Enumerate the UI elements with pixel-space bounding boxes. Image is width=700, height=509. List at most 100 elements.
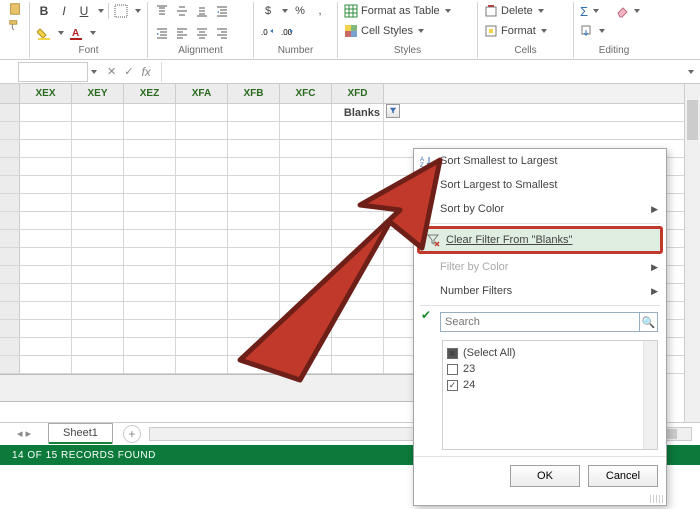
cell[interactable] — [228, 248, 280, 265]
select-all-corner[interactable] — [0, 84, 20, 103]
col-head-xey[interactable]: XEY — [72, 84, 124, 103]
col-head-xex[interactable]: XEX — [20, 84, 72, 103]
cell[interactable] — [176, 284, 228, 301]
cell[interactable] — [124, 356, 176, 373]
cell[interactable] — [228, 140, 280, 157]
row-head[interactable] — [0, 104, 20, 121]
cell[interactable] — [280, 194, 332, 211]
align-center-icon[interactable] — [194, 24, 210, 42]
cell[interactable] — [72, 104, 124, 121]
cell[interactable] — [280, 284, 332, 301]
row-head[interactable] — [0, 158, 20, 175]
cell[interactable] — [20, 122, 72, 139]
cell[interactable] — [228, 356, 280, 373]
row-head[interactable] — [0, 302, 20, 319]
menu-sort-color[interactable]: Sort by Color ▶ — [414, 197, 666, 221]
increase-decimal-icon[interactable]: .0 — [260, 24, 276, 42]
cell[interactable] — [228, 194, 280, 211]
cancel-button[interactable]: Cancel — [588, 465, 658, 487]
cell[interactable] — [176, 212, 228, 229]
cell[interactable] — [176, 104, 228, 121]
cell[interactable] — [124, 122, 176, 139]
fill-color-button[interactable] — [36, 24, 52, 42]
vertical-scrollbar[interactable] — [684, 84, 700, 443]
search-icon[interactable]: 🔍 — [640, 312, 658, 332]
fill-button[interactable] — [580, 22, 605, 40]
cell[interactable] — [228, 176, 280, 193]
cell[interactable] — [280, 212, 332, 229]
cell[interactable] — [176, 194, 228, 211]
cell[interactable] — [124, 212, 176, 229]
decrease-decimal-icon[interactable]: .00 — [280, 24, 296, 42]
fill-caret-icon[interactable] — [58, 31, 64, 35]
cell[interactable] — [20, 302, 72, 319]
cell[interactable] — [20, 248, 72, 265]
cell[interactable] — [280, 176, 332, 193]
cell[interactable] — [72, 158, 124, 175]
comma-button[interactable]: , — [312, 2, 328, 20]
cell[interactable] — [228, 284, 280, 301]
col-head-xfb[interactable]: XFB — [228, 84, 280, 103]
cell[interactable] — [332, 122, 384, 139]
cell[interactable] — [72, 176, 124, 193]
cell[interactable] — [72, 248, 124, 265]
menu-clear-filter[interactable]: Clear Filter From "Blanks" — [420, 229, 660, 251]
col-head-xfd[interactable]: XFD — [332, 84, 384, 103]
paste-icon[interactable] — [8, 2, 22, 16]
row-head[interactable] — [0, 140, 20, 157]
cell[interactable] — [228, 230, 280, 247]
col-head-xez[interactable]: XEZ — [124, 84, 176, 103]
row-head[interactable] — [0, 320, 20, 337]
cell[interactable] — [332, 194, 384, 211]
row-head[interactable] — [0, 212, 20, 229]
cell[interactable] — [332, 230, 384, 247]
autosum-button[interactable]: Σ — [580, 2, 599, 20]
sheet-tab-sheet1[interactable]: Sheet1 — [48, 423, 113, 444]
cell[interactable] — [280, 158, 332, 175]
currency-button[interactable]: $ — [260, 2, 276, 20]
cell[interactable] — [332, 338, 384, 355]
cell[interactable] — [228, 320, 280, 337]
col-head-xfc[interactable]: XFC — [280, 84, 332, 103]
row-head[interactable] — [0, 248, 20, 265]
confirm-formula-icon[interactable]: ✓ — [124, 65, 133, 78]
align-right-icon[interactable] — [214, 24, 230, 42]
percent-button[interactable]: % — [292, 2, 308, 20]
new-sheet-button[interactable]: + — [123, 425, 141, 443]
cell[interactable] — [20, 338, 72, 355]
cell[interactable] — [72, 302, 124, 319]
cell[interactable] — [332, 302, 384, 319]
cell[interactable] — [124, 140, 176, 157]
cell[interactable] — [124, 320, 176, 337]
cell[interactable] — [20, 356, 72, 373]
cell[interactable] — [176, 230, 228, 247]
cell[interactable] — [72, 356, 124, 373]
cell[interactable] — [280, 338, 332, 355]
filter-value-item[interactable]: 23 — [447, 361, 653, 377]
cell[interactable] — [72, 284, 124, 301]
cell[interactable] — [332, 212, 384, 229]
cell[interactable] — [332, 284, 384, 301]
cell[interactable] — [228, 158, 280, 175]
checkbox-checked-icon[interactable]: ✓ — [447, 380, 458, 391]
cell[interactable] — [20, 284, 72, 301]
cell[interactable] — [20, 176, 72, 193]
row-head[interactable] — [0, 356, 20, 373]
cell[interactable] — [20, 194, 72, 211]
align-middle-icon[interactable] — [174, 2, 190, 20]
align-top-icon[interactable] — [154, 2, 170, 20]
cell[interactable] — [72, 266, 124, 283]
cell[interactable] — [72, 194, 124, 211]
format-button[interactable]: Format — [484, 22, 547, 40]
cell[interactable] — [72, 212, 124, 229]
resize-grip-icon[interactable] — [650, 495, 664, 503]
cell[interactable] — [124, 302, 176, 319]
cell[interactable] — [176, 320, 228, 337]
cell[interactable] — [72, 122, 124, 139]
underline-caret-icon[interactable] — [98, 9, 104, 13]
checkbox-indeterminate-icon[interactable]: ■ — [447, 348, 458, 359]
format-painter-icon[interactable] — [8, 18, 22, 32]
filter-search-input[interactable] — [440, 312, 640, 332]
row-head[interactable] — [0, 284, 20, 301]
cell[interactable] — [20, 158, 72, 175]
